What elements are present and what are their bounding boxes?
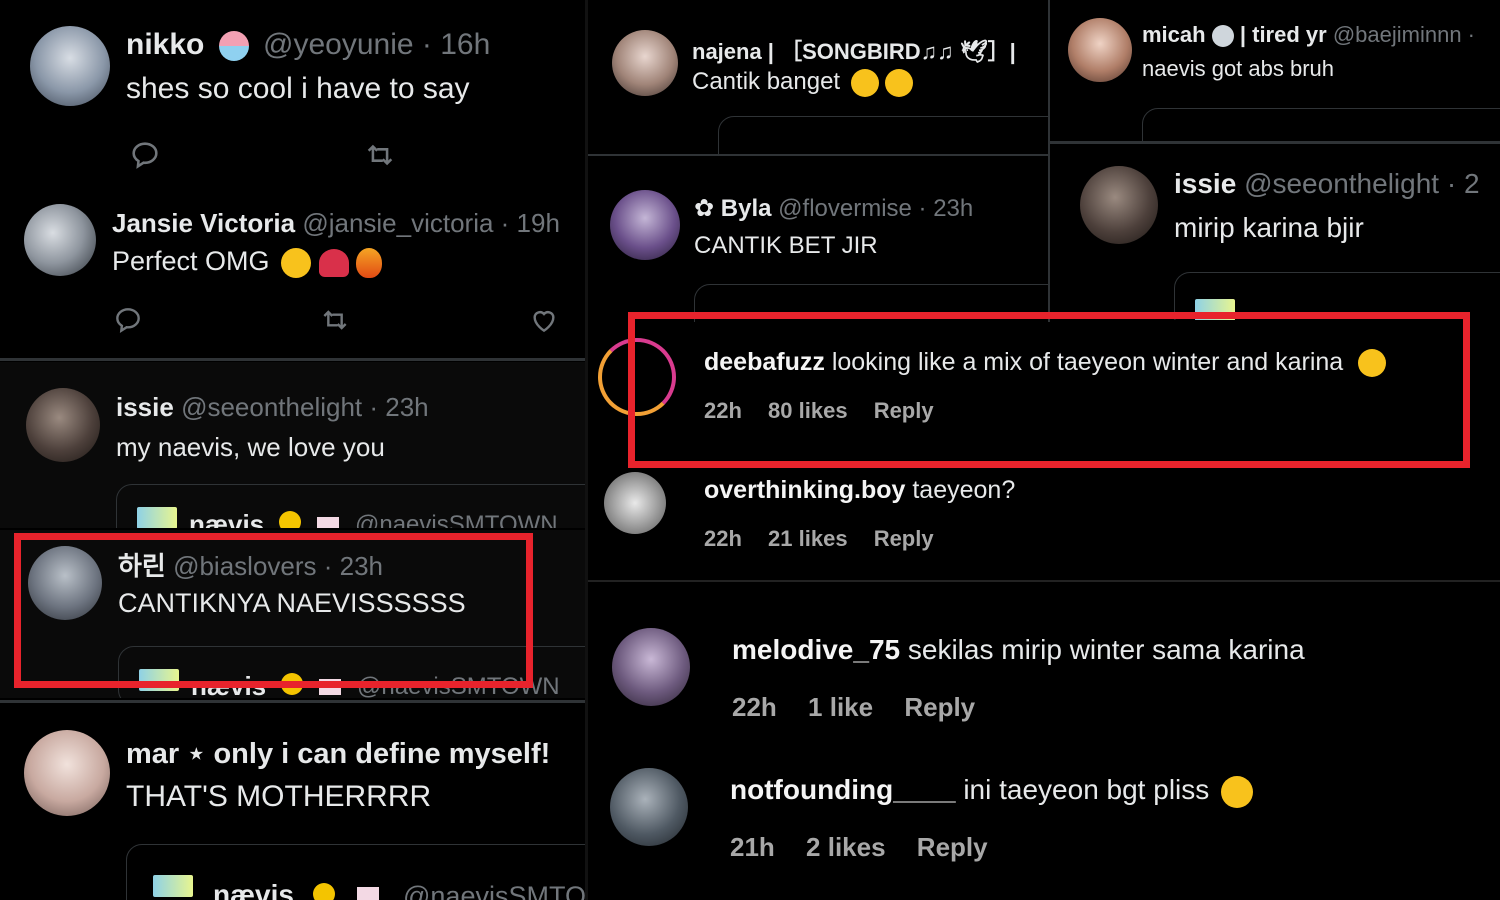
author-handle[interactable]: @baejiminnn ·: [1333, 22, 1475, 47]
avatar[interactable]: [26, 388, 100, 462]
surprised-face-icon: [281, 247, 312, 278]
quoted-handle: @naevisSMTOWN: [403, 881, 585, 900]
author-name[interactable]: nikko: [126, 28, 204, 61]
reply-icon[interactable]: [128, 138, 162, 172]
collage-divider: [1048, 0, 1050, 322]
tweet-text: my naevis, we love you: [116, 432, 385, 462]
crying-face-icon: [1221, 775, 1254, 808]
quoted-handle: @naevisSMTOWN: [355, 511, 558, 528]
author-handle[interactable]: @seeonthelight · 2: [1244, 168, 1479, 199]
avatar[interactable]: [1080, 166, 1158, 244]
alien-icon: [1211, 25, 1234, 48]
verified-badge-icon: [279, 511, 301, 528]
heart-icon: [318, 248, 349, 277]
highlight-box: [628, 312, 1470, 468]
comment-likes[interactable]: 2 likes: [806, 832, 886, 862]
flag-icon: [317, 517, 339, 528]
author-name-suffix: | tired yr: [1239, 22, 1327, 47]
tweet-text: THAT'S MOTHERRRR: [126, 780, 432, 813]
fire-icon: [356, 247, 383, 278]
tweet-issie-2[interactable]: issie @seeonthelight · 2 mirip karina bj…: [1050, 144, 1500, 320]
comment-username[interactable]: overthinking.boy: [704, 476, 905, 504]
tweet-text: shes so cool i have to say: [126, 72, 470, 105]
comment-time: 22h: [704, 526, 742, 551]
avatar[interactable]: [604, 472, 666, 534]
comment-username[interactable]: notfounding____: [730, 774, 956, 805]
author-name[interactable]: najena | ［SONGBIRD♫♫ 🕊］|: [692, 34, 1016, 66]
author-handle[interactable]: @flovermise · 23h: [778, 195, 973, 222]
comment-username[interactable]: melodive_75: [732, 634, 900, 665]
author-handle[interactable]: @seeonthelight · 23h: [181, 392, 429, 422]
author-name[interactable]: micah: [1142, 22, 1206, 47]
emoji-icon: [218, 31, 249, 62]
verified-badge-icon: [313, 883, 335, 900]
reply-button[interactable]: Reply: [917, 832, 988, 862]
quoted-author: nævis: [213, 879, 294, 900]
avatar[interactable]: [24, 204, 96, 276]
tweet-text: Perfect OMG: [112, 246, 270, 276]
tweet-najena[interactable]: najena | ［SONGBIRD♫♫ 🕊］| Cantik banget: [588, 6, 1048, 154]
comment-likes[interactable]: 21 likes: [768, 526, 848, 551]
collage-divider: [585, 0, 588, 900]
tweet-issie[interactable]: issie @seeonthelight · 23h my naevis, we…: [0, 362, 585, 528]
crying-face-icon: [885, 68, 914, 97]
avatar[interactable]: [30, 26, 110, 106]
avatar[interactable]: [1068, 18, 1132, 82]
avatar[interactable]: [610, 190, 680, 260]
flag-icon: [357, 887, 379, 900]
author-name[interactable]: Jansie Victoria: [112, 208, 295, 238]
collage-divider: [588, 154, 1048, 168]
divider: [0, 358, 585, 361]
author-name[interactable]: issie: [116, 392, 174, 422]
tweet-text: Cantik banget: [692, 68, 841, 95]
retweet-icon[interactable]: [362, 138, 398, 172]
comment-likes[interactable]: 1 like: [808, 692, 873, 722]
like-icon[interactable]: [528, 304, 560, 336]
avatar[interactable]: [610, 768, 688, 846]
tweet-nikko[interactable]: nikko @yeoyunie · 16h shes so cool i hav…: [0, 0, 585, 190]
quoted-tweet[interactable]: [1142, 108, 1500, 142]
comment-time: 22h: [732, 692, 777, 722]
crying-face-icon: [850, 68, 879, 97]
author-name[interactable]: issie: [1174, 168, 1236, 199]
tweet-text: naevis got abs bruh: [1142, 56, 1335, 81]
comment-text: ini taeyeon bgt pliss: [963, 774, 1210, 805]
divider: [588, 580, 1500, 582]
naevis-logo: [153, 875, 193, 897]
reply-button[interactable]: Reply: [904, 692, 975, 722]
author-name[interactable]: mar ⋆ only i can define myself!: [126, 736, 550, 771]
avatar[interactable]: [612, 628, 690, 706]
tweet-jansie[interactable]: Jansie Victoria @jansie_victoria · 19h P…: [0, 190, 585, 358]
collage-divider: [1050, 141, 1500, 144]
comment-text: sekilas mirip winter sama karina: [907, 634, 1305, 665]
tweet-micah[interactable]: micah | tired yr @baejiminnn · naevis go…: [1050, 0, 1500, 142]
author-handle[interactable]: @yeoyunie · 16h: [263, 28, 490, 61]
tweet-text: CANTIK BET JIR: [694, 232, 878, 259]
naevis-logo: [137, 507, 177, 528]
retweet-icon[interactable]: [318, 304, 352, 336]
highlight-box: [14, 533, 533, 688]
tweet-mar[interactable]: mar ⋆ only i can define myself! THAT'S M…: [0, 704, 585, 900]
reply-button[interactable]: Reply: [874, 526, 934, 551]
quoted-tweet[interactable]: nævis @naevisSMTOWN: [116, 484, 585, 528]
quoted-tweet[interactable]: [718, 116, 1048, 154]
quoted-author: nævis: [189, 509, 265, 528]
avatar[interactable]: [612, 30, 678, 96]
quoted-tweet[interactable]: nævis @naevisSMTOWN: [126, 844, 585, 900]
comment-text: taeyeon?: [912, 476, 1016, 504]
reply-icon[interactable]: [112, 304, 144, 336]
author-name[interactable]: ✿ Byla: [694, 195, 771, 222]
tweet-text: mirip karina bjir: [1174, 212, 1364, 243]
divider: [0, 700, 585, 703]
tweet-byla[interactable]: ✿ Byla @flovermise · 23h CANTIK BET JIR: [588, 168, 1048, 322]
author-handle[interactable]: @jansie_victoria · 19h: [302, 208, 560, 238]
comment-time: 21h: [730, 832, 775, 862]
avatar[interactable]: [24, 730, 110, 816]
